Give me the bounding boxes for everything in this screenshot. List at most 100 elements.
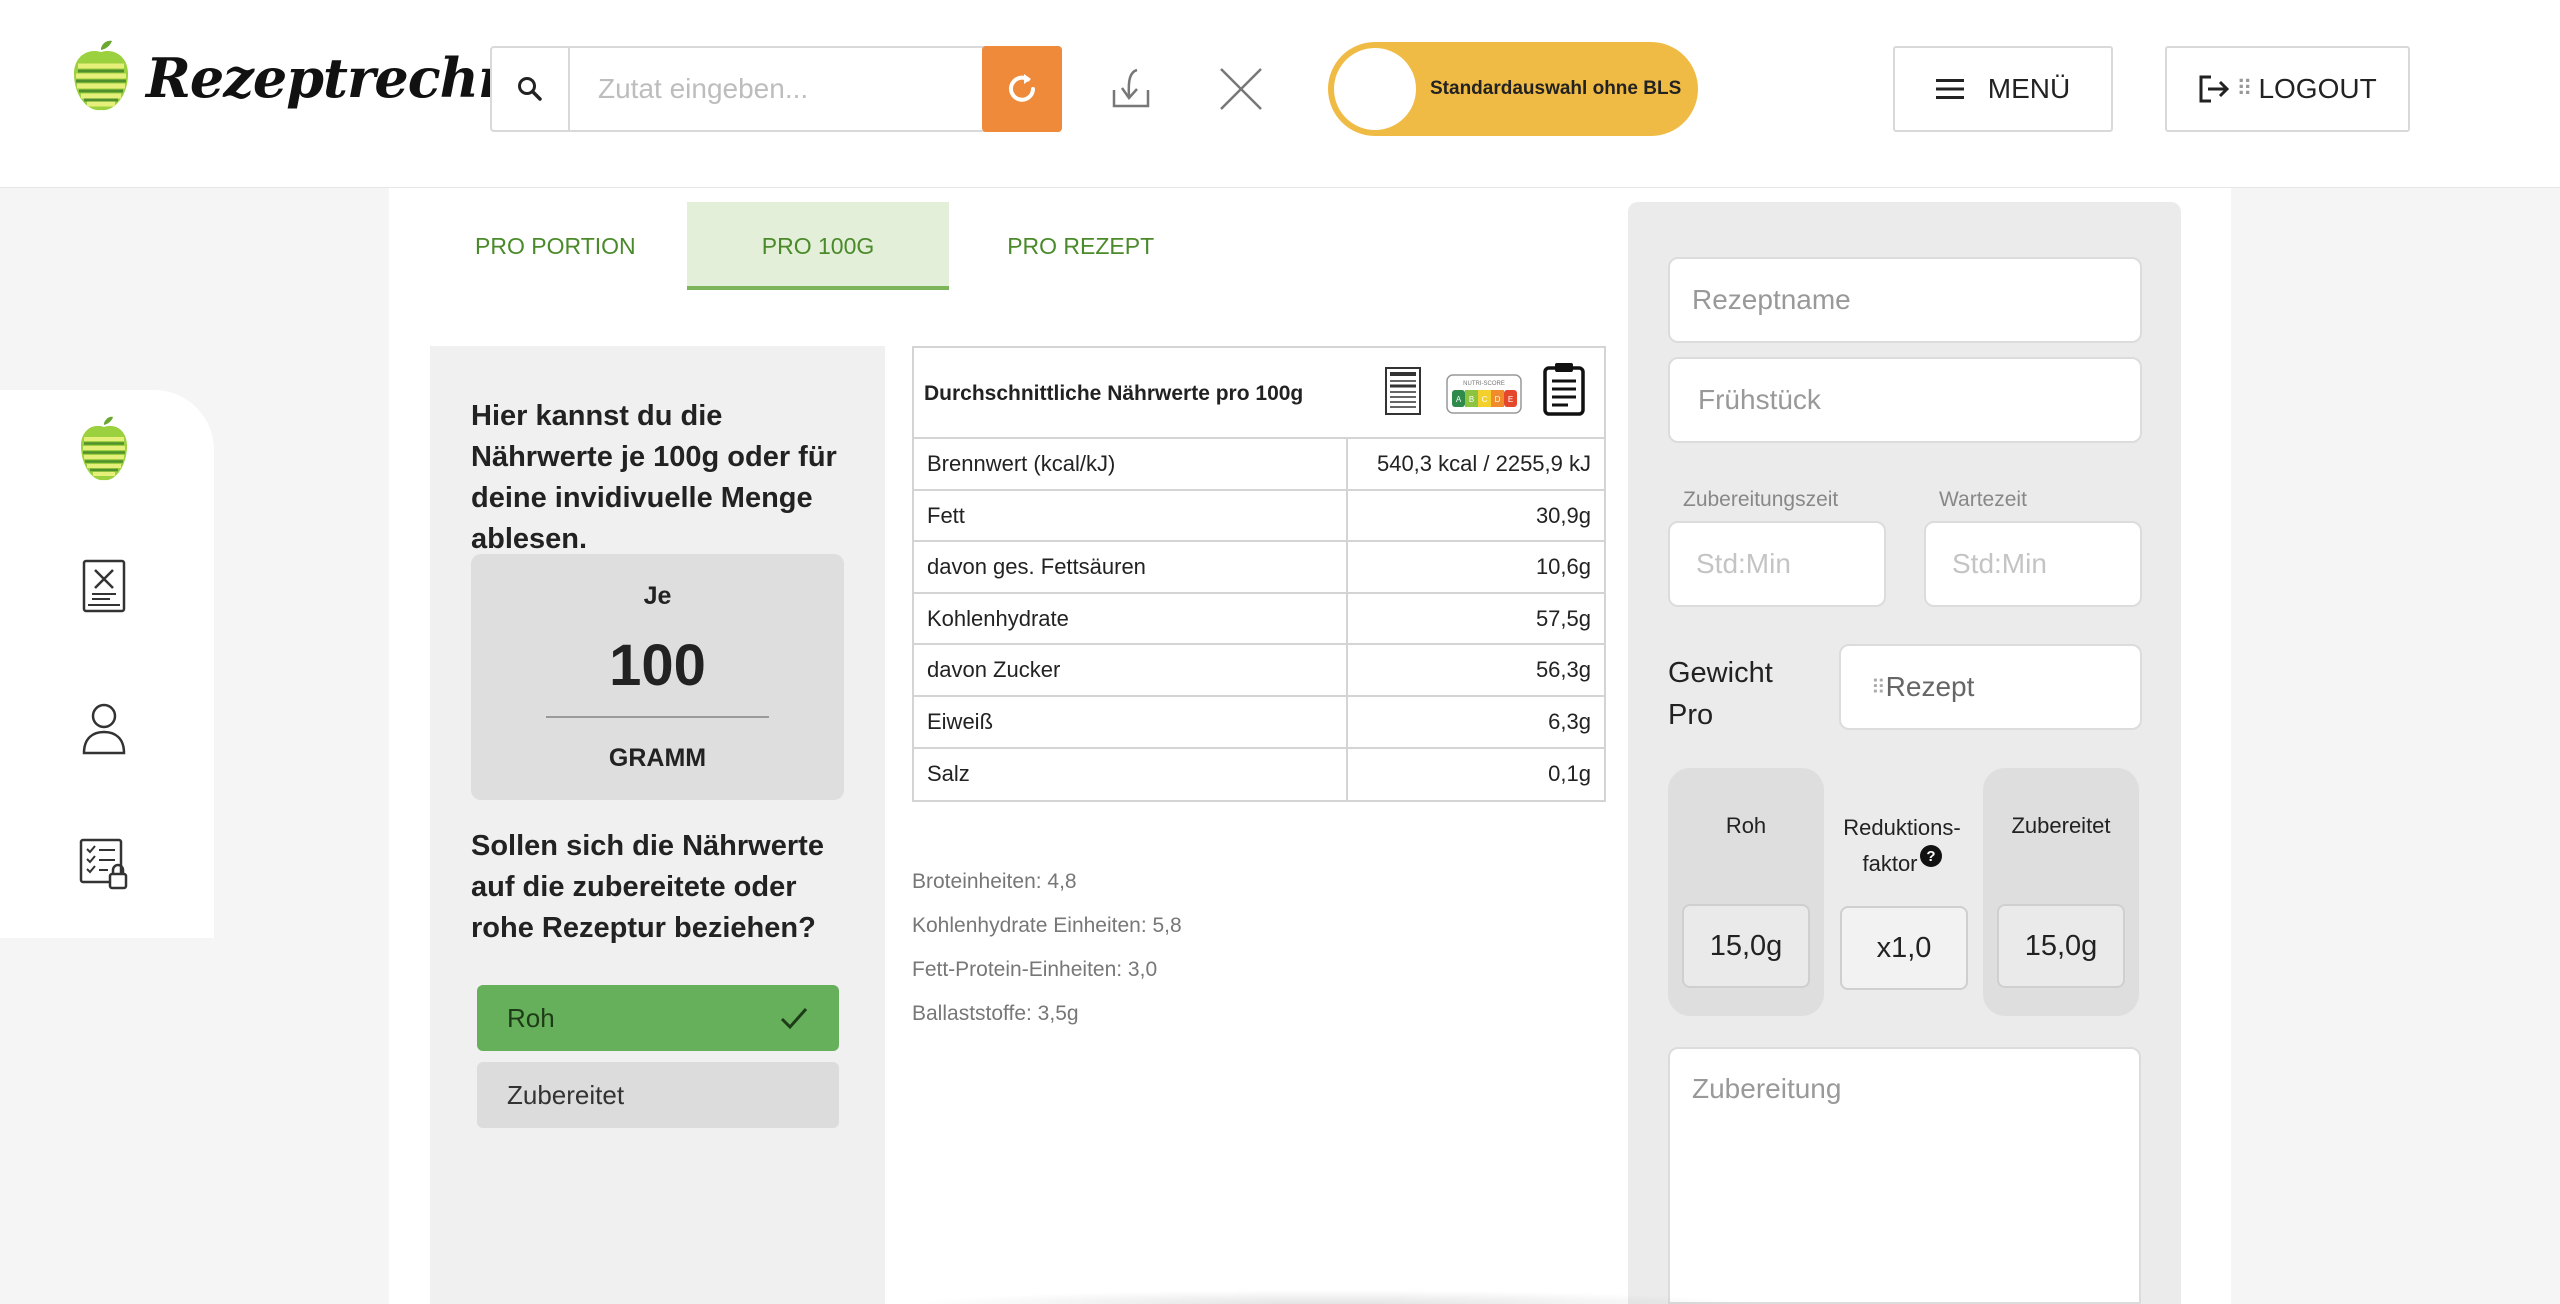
- raw-weight-card: Roh 15,0g: [1668, 768, 1824, 1016]
- logout-button[interactable]: ⠿ LOGOUT: [2165, 46, 2410, 132]
- recipe-name-placeholder: Rezeptname: [1692, 284, 1851, 315]
- hamburger-icon: [1935, 79, 1964, 99]
- svg-text:?: ?: [1926, 848, 1935, 865]
- menu-button[interactable]: MENÜ: [1893, 46, 2113, 132]
- menu-label: MENÜ: [1987, 73, 2071, 104]
- category-value: Frühstück: [1698, 384, 1821, 415]
- apple-logo-icon: [74, 40, 128, 111]
- apple-logo-icon[interactable]: [78, 416, 130, 486]
- bls-toggle-switch[interactable]: Standardauswahl ohne BLS: [1328, 42, 1698, 136]
- additional-nutrition-info: Broteinheiten: 4,8 Kohlenhydrate Einheit…: [912, 860, 1182, 1036]
- table-row: Fett 30,9g: [914, 490, 1604, 543]
- reduction-title-line1: Reduktions-: [1843, 815, 1961, 840]
- category-select[interactable]: Frühstück: [1668, 357, 2142, 443]
- preparation-textarea[interactable]: Zubereitung: [1668, 1047, 2141, 1304]
- weight-per-select[interactable]: ⠿ Rezept: [1839, 644, 2142, 730]
- option-roh-label: Roh: [507, 1003, 555, 1033]
- amount-panel: Hier kannst du die Nährwerte je 100g ode…: [430, 346, 885, 1304]
- clipboard-list-icon[interactable]: [1542, 361, 1586, 417]
- checkmark-icon: [780, 1008, 808, 1030]
- logout-icon: [2199, 75, 2230, 103]
- wait-time-placeholder: Std:Min: [1952, 548, 2047, 579]
- help-icon[interactable]: ?: [1919, 844, 1943, 868]
- user-icon[interactable]: [78, 700, 130, 756]
- row-value: 540,3 kcal / 2255,9 kJ: [1376, 451, 1591, 476]
- amount-box[interactable]: Je 100 GRAMM: [471, 554, 844, 800]
- nutri-score-letter-d: D: [1495, 395, 1501, 404]
- weight-label-line1: Gewicht: [1668, 657, 1773, 689]
- tab-pro-rezept[interactable]: PRO REZEPT: [949, 202, 1212, 290]
- prep-time-placeholder: Std:Min: [1696, 548, 1791, 579]
- search-bar: [490, 46, 1062, 132]
- nutri-score-icon[interactable]: NUTRI-SCORE A B C D E: [1446, 374, 1522, 414]
- table-row: Eiweiß 6,3g: [914, 696, 1604, 749]
- logout-label: LOGOUT: [2258, 73, 2377, 104]
- nutri-score-letter-b: B: [1469, 395, 1474, 404]
- nutrition-facts-label-icon[interactable]: [1384, 366, 1422, 416]
- amount-prefix: Je: [643, 582, 672, 610]
- scroll-shadow: [900, 1290, 1760, 1304]
- prepared-weight-input[interactable]: 15,0g: [1997, 904, 2125, 988]
- row-label: Brennwert (kcal/kJ): [914, 439, 1348, 489]
- download-icon[interactable]: [1110, 66, 1152, 112]
- option-roh-button[interactable]: Roh: [477, 985, 839, 1051]
- row-value: 6,3g: [1548, 708, 1591, 734]
- table-row: Brennwert (kcal/kJ) 540,3 kcal / 2255,9 k…: [914, 439, 1604, 491]
- wait-time-input[interactable]: Std:Min: [1924, 521, 2142, 607]
- reduction-factor-input[interactable]: x1,0: [1840, 906, 1968, 990]
- nutri-score-letter-a: A: [1456, 395, 1462, 404]
- toggle-label: Standardauswahl ohne BLS: [1430, 78, 1682, 99]
- row-label: davon ges. Fettsäuren: [914, 542, 1348, 592]
- row-value: 30,9g: [1535, 502, 1591, 528]
- refresh-button[interactable]: [982, 46, 1062, 132]
- option-zubereitet-label: Zubereitet: [507, 1080, 625, 1110]
- amount-value[interactable]: 100: [471, 632, 844, 699]
- prepared-weight-card: Zubereitet 15,0g: [1983, 768, 2139, 1016]
- sidebar: [0, 390, 214, 938]
- logout-separator: ⠿: [2236, 76, 2253, 101]
- row-label: Kohlenhydrate: [914, 593, 1348, 644]
- table-row: Kohlenhydrate 57,5g: [914, 593, 1604, 646]
- raw-title: Roh: [1725, 813, 1767, 838]
- weight-select-value: Rezept: [1885, 671, 1975, 702]
- row-label: davon Zucker: [914, 645, 1348, 695]
- reduction-title-line2: faktor: [1862, 851, 1918, 876]
- nutrition-table-title: Durchschnittliche Nährwerte pro 100g: [924, 382, 1304, 405]
- reduction-factor-title: Reduktions- faktor: [1836, 810, 1968, 882]
- row-value: 10,6g: [1535, 554, 1591, 580]
- prep-time-label: Zubereitungszeit: [1683, 488, 1839, 511]
- nutrition-table: Durchschnittliche Nährwerte pro 100g NUT…: [912, 346, 1606, 803]
- weight-per-label: Gewicht Pro: [1668, 652, 1773, 736]
- row-label: Fett: [914, 490, 1348, 541]
- fat-protein-units-text: Fett-Protein-Einheiten: 3,0: [912, 958, 1158, 981]
- prep-time-input[interactable]: Std:Min: [1668, 521, 1886, 607]
- nutrition-tabs: PRO PORTION PRO 100G PRO REZEPT: [424, 202, 1212, 290]
- weight-select-prefix: ⠿: [1871, 676, 1886, 699]
- nutri-score-title: NUTRI-SCORE: [1463, 381, 1505, 387]
- recipe-name-field[interactable]: Rezeptname: [1668, 257, 2142, 343]
- nutrition-table-header: Durchschnittliche Nährwerte pro 100g NUT…: [914, 348, 1604, 439]
- fiber-text: Ballaststoffe: 3,5g: [912, 1002, 1079, 1025]
- amount-divider: [546, 716, 769, 718]
- recipe-book-icon[interactable]: [78, 558, 130, 614]
- raw-weight-input[interactable]: 15,0g: [1682, 904, 1810, 988]
- prepared-title: Zubereitet: [2011, 813, 2111, 838]
- row-label: Eiweiß: [914, 696, 1348, 747]
- close-icon[interactable]: [1218, 66, 1264, 112]
- table-row: davon ges. Fettsäuren 10,6g: [914, 542, 1604, 594]
- preparation-placeholder: Zubereitung: [1692, 1073, 1842, 1104]
- checklist-lock-icon[interactable]: [78, 836, 130, 892]
- row-label: Salz: [914, 748, 1348, 801]
- intro-text: Hier kannst du die Nährwerte je 100g ode…: [471, 400, 837, 555]
- tab-pro-portion[interactable]: PRO PORTION: [424, 202, 687, 290]
- row-value: 0,1g: [1548, 760, 1591, 786]
- tab-pro-100g[interactable]: PRO 100G: [686, 202, 950, 290]
- raw-or-prepared-question: Sollen sich die Nährwerte auf die zubere…: [471, 830, 824, 944]
- amount-unit: GRAMM: [608, 744, 707, 772]
- search-icon[interactable]: [492, 48, 570, 130]
- wait-time-label: Wartezeit: [1939, 488, 2027, 511]
- carb-units-text: Kohlenhydrate Einheiten: 5,8: [912, 914, 1182, 937]
- row-value: 56,3g: [1535, 657, 1591, 683]
- option-zubereitet-button[interactable]: Zubereitet: [477, 1062, 839, 1128]
- table-row: Salz 0,1g: [914, 748, 1604, 801]
